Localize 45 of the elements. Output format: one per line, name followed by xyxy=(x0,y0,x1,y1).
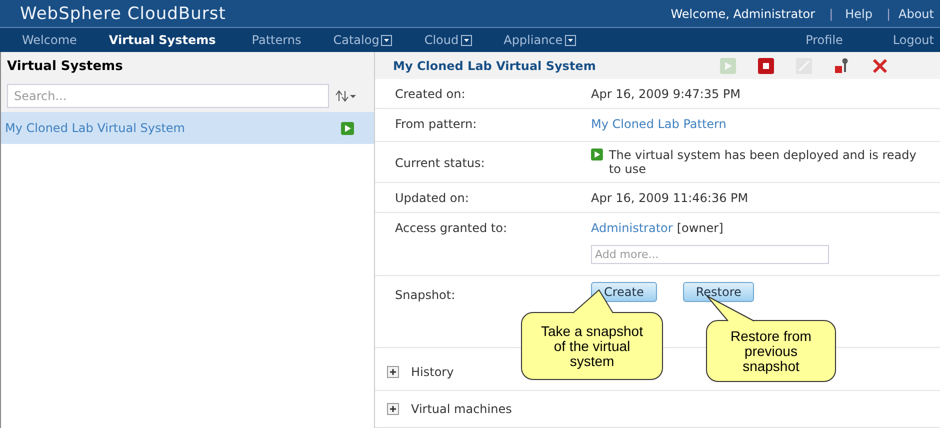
nav-tab[interactable]: Patterns xyxy=(252,33,302,47)
field-label: Current status: xyxy=(395,155,486,170)
stop-icon[interactable] xyxy=(758,58,774,74)
welcome-text: Welcome, Administrator xyxy=(670,6,816,20)
user-link[interactable]: Administrator xyxy=(591,218,673,235)
expand-icon[interactable] xyxy=(387,366,399,378)
expand-icon[interactable] xyxy=(387,402,399,415)
field-value: Apr 16, 2009 9:47:35 PM xyxy=(591,86,742,102)
nav-tab[interactable]: Virtual Systems xyxy=(108,33,216,47)
nav-tab[interactable]: Appliance xyxy=(504,33,576,47)
app-title: WebSphere CloudBurst xyxy=(20,4,226,24)
dropdown-icon[interactable] xyxy=(564,34,576,46)
delete-icon[interactable] xyxy=(872,58,888,74)
field-label: Updated on: xyxy=(395,190,470,205)
dropdown-icon[interactable] xyxy=(381,34,392,46)
field-label: From pattern: xyxy=(395,116,478,132)
header-link[interactable]: About xyxy=(898,6,934,20)
pattern-link[interactable]: My Cloned Lab Pattern xyxy=(591,115,928,132)
nav-link[interactable]: Logout xyxy=(892,33,934,47)
separator-text: | xyxy=(829,6,834,20)
snapshot-button[interactable]: Create xyxy=(591,282,657,302)
field-label: Created on: xyxy=(395,86,466,102)
snapshot-button[interactable]: Restore xyxy=(682,282,754,302)
header-link[interactable]: Help xyxy=(845,6,872,20)
status-text: The virtual system has been deployed and is ready to use xyxy=(608,148,918,176)
panel-title: Virtual Systems xyxy=(7,58,123,74)
role-text: [owner] xyxy=(676,220,724,235)
section-title[interactable]: History xyxy=(411,364,454,379)
section-title[interactable]: Virtual machines xyxy=(411,402,512,416)
wrench-icon[interactable] xyxy=(834,58,850,74)
list-item[interactable]: My Cloned Lab Virtual System xyxy=(1,112,374,144)
add-user-field[interactable]: Add more... xyxy=(591,244,829,264)
nav-tab[interactable]: Catalog xyxy=(333,33,392,47)
sort-icon[interactable] xyxy=(335,90,357,102)
callout-pointer xyxy=(706,295,756,322)
detail-title: My Cloned Lab Virtual System xyxy=(393,58,596,73)
nav-link[interactable]: Profile xyxy=(806,33,843,47)
dropdown-icon[interactable] xyxy=(460,34,472,46)
search-field[interactable]: Search... xyxy=(7,84,329,108)
field-value: Apr 16, 2009 11:46:36 PM xyxy=(591,190,750,205)
nav-tab[interactable]: Welcome xyxy=(22,33,77,47)
field-label: Snapshot: xyxy=(395,286,456,302)
separator-text: | xyxy=(886,6,891,20)
field-label: Access granted to: xyxy=(395,220,508,235)
nav-tab[interactable]: Cloud xyxy=(424,33,472,47)
